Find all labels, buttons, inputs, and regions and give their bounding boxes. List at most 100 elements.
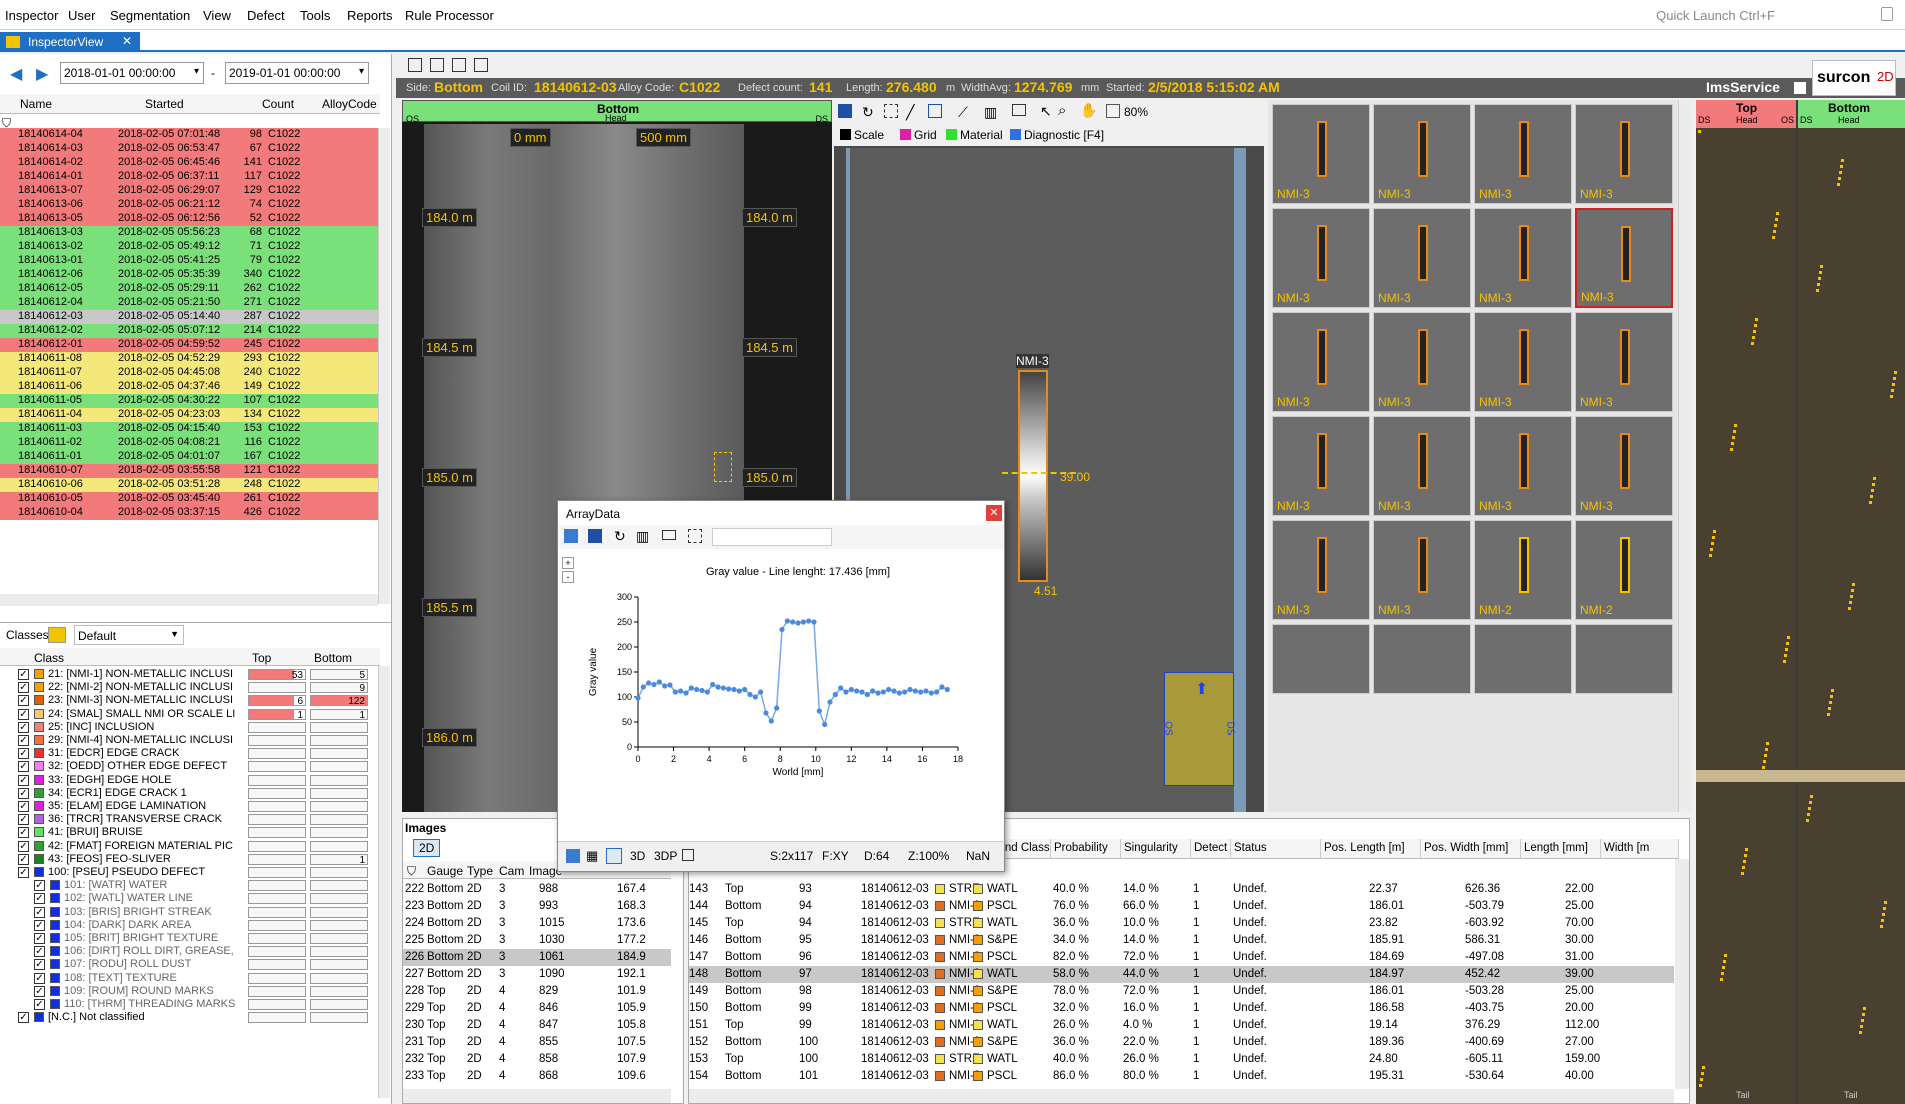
coil-row[interactable]: 18140611-05 2018-02-05 04:30:22 107 C1022 [0,394,378,408]
coil-row[interactable]: 18140611-04 2018-02-05 04:23:03 134 C1022 [0,408,378,422]
coil-row[interactable]: 18140610-04 2018-02-05 03:37:15 426 C1022 [0,506,378,520]
layout-split-icon[interactable] [474,58,488,72]
class-checkbox[interactable]: ✓ [18,827,29,839]
coil-row[interactable]: 18140614-03 2018-02-05 06:53:47 67 C1022 [0,142,378,156]
class-checkbox[interactable]: ✓ [18,774,29,786]
class-checkbox[interactable]: ✓ [18,814,29,826]
defect-row[interactable]: 143 Top 93 18140612-03 STRE WATL 40.0 % 14.0 % 1… [689,881,1674,898]
class-checkbox[interactable]: ✓ [34,880,45,892]
coil-row[interactable]: 18140610-07 2018-02-05 03:55:58 121 C1022 [0,464,378,478]
menu-inspector[interactable]: Inspector [5,8,58,23]
coil-row[interactable]: 18140613-06 2018-02-05 06:21:12 74 C1022 [0,198,378,212]
plus-icon[interactable]: + [562,557,574,569]
class-checkbox[interactable]: ✓ [18,853,29,865]
defect-thumbnail[interactable]: NMI-3 [1373,208,1471,308]
coil-row[interactable]: 18140613-01 2018-02-05 05:41:25 79 C1022 [0,254,378,268]
coil-row[interactable]: 18140613-05 2018-02-05 06:12:56 52 C1022 [0,212,378,226]
display-icon[interactable] [1012,104,1026,116]
diagnostic-swatch[interactable] [1010,129,1021,140]
col-count[interactable]: Count [262,97,294,111]
forward-arrow-icon[interactable]: ▶ [36,64,48,84]
class-checkbox[interactable]: ✓ [18,867,29,878]
chart-tab-icon[interactable] [606,848,622,864]
col-started[interactable]: Started [145,97,184,111]
class-row[interactable]: ✓ 100: [PSEU] PSEUDO DEFECT [0,866,380,879]
col-class[interactable]: Class [34,651,64,665]
layout-grid-icon[interactable] [452,58,466,72]
class-row[interactable]: ✓ 32: [OEDD] OTHER EDGE DEFECT [0,760,380,773]
image-row[interactable]: 226 Bottom 2D 3 1061 184.9 [403,949,671,966]
col-probability[interactable]: Probability [1051,839,1121,859]
col-alloycode[interactable]: AlloyCode [322,97,377,111]
col-pos-length[interactable]: Pos. Length [m] [1321,839,1421,859]
defect-thumbnail[interactable]: NMI-3 [1272,520,1370,620]
defect-thumbnail[interactable]: NMI-3 [1474,312,1572,412]
class-checkbox[interactable]: ✓ [18,695,29,707]
coil-row[interactable]: 18140612-01 2018-02-05 04:59:52 245 C1022 [0,338,378,352]
image-row[interactable]: 227 Bottom 2D 3 1090 192.1 [403,966,671,983]
class-checkbox[interactable]: ✓ [18,801,29,812]
defect-row[interactable]: 150 Bottom 99 18140612-03 NMI-3 PSCL 32.0 % 16.… [689,1000,1674,1017]
class-checkbox[interactable]: ✓ [18,669,29,680]
class-checkbox[interactable]: ✓ [34,985,45,997]
defect-thumbnail[interactable]: NMI-3 [1272,312,1370,412]
class-row[interactable]: ✓ 35: [ELAM] EDGE LAMINATION [0,800,380,813]
defect-thumbnail[interactable] [1575,624,1673,694]
image-row[interactable]: 224 Bottom 2D 3 1015 173.6 [403,915,671,932]
class-checkbox[interactable]: ✓ [18,1012,29,1024]
filter-icon[interactable]: ⛉ [407,864,416,879]
calendar-icon[interactable]: ▾ [194,66,199,77]
class-checkbox[interactable]: ✓ [18,735,29,746]
defect-thumbnail[interactable]: NMI-3 [1575,208,1673,308]
back-arrow-icon[interactable]: ◀ [10,64,22,84]
open-icon[interactable] [564,529,578,543]
coil-row[interactable]: 18140613-07 2018-02-05 06:29:07 129 C1022 [0,184,378,198]
coil-row[interactable]: 18140614-02 2018-02-05 06:45:46 141 C1022 [0,156,378,170]
zoom-icon[interactable]: ⌕ [1058,102,1066,119]
frame-icon[interactable] [928,104,942,118]
select-rect-icon[interactable] [884,104,898,118]
defect-marker[interactable] [714,452,732,482]
defect-thumbnail[interactable]: NMI-3 [1272,104,1370,204]
col-singularity[interactable]: Singularity [1121,839,1191,859]
table-icon[interactable]: ▦ [586,848,598,864]
col-cam[interactable]: Cam [499,864,524,878]
defect-thumbnail[interactable]: NMI-3 [1373,312,1471,412]
images-hscrollbar[interactable] [403,1089,671,1103]
defect-row[interactable]: 152 Bottom 100 18140612-03 NMI-3 S&PE 36.0 % 22… [689,1034,1674,1051]
coil-row[interactable]: 18140611-01 2018-02-05 04:01:07 167 C1022 [0,450,378,464]
arraydata-window[interactable]: ArrayData ✕ ↻ ▥ + - Gray value - Line le… [557,500,1005,872]
tab-2d[interactable]: 2D [413,839,441,857]
layout-image-icon[interactable] [430,58,444,72]
coil-row[interactable]: 18140610-06 2018-02-05 03:51:28 248 C1022 [0,478,378,492]
defect-thumbnail[interactable]: NMI-3 [1373,520,1471,620]
material-swatch[interactable] [946,129,957,140]
class-row[interactable]: ✓ 42: [FMAT] FOREIGN MATERIAL PIC [0,840,380,853]
defect-row[interactable]: 145 Top 94 18140612-03 STRE WATL 36.0 % 10.0 % 1… [689,915,1674,932]
quick-launch[interactable]: Quick Launch Ctrl+F [1656,8,1775,23]
close-tab-icon[interactable]: ✕ [122,34,132,48]
defect-thumbnail[interactable]: NMI-3 [1575,312,1673,412]
grid-swatch[interactable] [900,129,911,140]
fit-icon[interactable] [688,529,702,543]
coil-row[interactable]: 18140613-02 2018-02-05 05:49:12 71 C1022 [0,240,378,254]
image-row[interactable]: 230 Top 2D 4 847 105.8 [403,1017,671,1034]
coil-row[interactable]: 18140612-05 2018-02-05 05:29:11 262 C1022 [0,282,378,296]
defect-row[interactable]: 154 Bottom 101 18140612-03 NMI-3 PSCL 86.0 % 80… [689,1068,1674,1085]
col-bottom[interactable]: Bottom [314,651,352,665]
class-checkbox[interactable]: ✓ [34,893,45,905]
coil-row[interactable]: 18140612-02 2018-02-05 05:07:12 214 C1022 [0,324,378,338]
class-row[interactable]: ✓ 29: [NMI-4] NON-METALLIC INCLUSI [0,734,380,747]
image-row[interactable]: 223 Bottom 2D 3 993 168.3 [403,898,671,915]
class-list-scrollbar[interactable] [378,666,390,1098]
col-pos-width[interactable]: Pos. Width [mm] [1421,839,1521,859]
chart-icon[interactable]: ▥ [636,528,649,545]
coil-row[interactable]: 18140610-05 2018-02-05 03:45:40 261 C1022 [0,492,378,506]
defect-thumbnail[interactable] [1373,624,1471,694]
calendar-icon[interactable]: ▾ [359,66,364,77]
class-row[interactable]: ✓ 43: [FEOS] FEO-SLIVER 1 [0,853,380,866]
defect-thumbnail[interactable]: NMI-3 [1272,208,1370,308]
class-checkbox[interactable]: ✓ [34,919,45,931]
coil-row[interactable]: 18140611-07 2018-02-05 04:45:08 240 C1022 [0,366,378,380]
coil-row[interactable]: 18140614-04 2018-02-05 07:01:48 98 C1022 [0,128,378,142]
